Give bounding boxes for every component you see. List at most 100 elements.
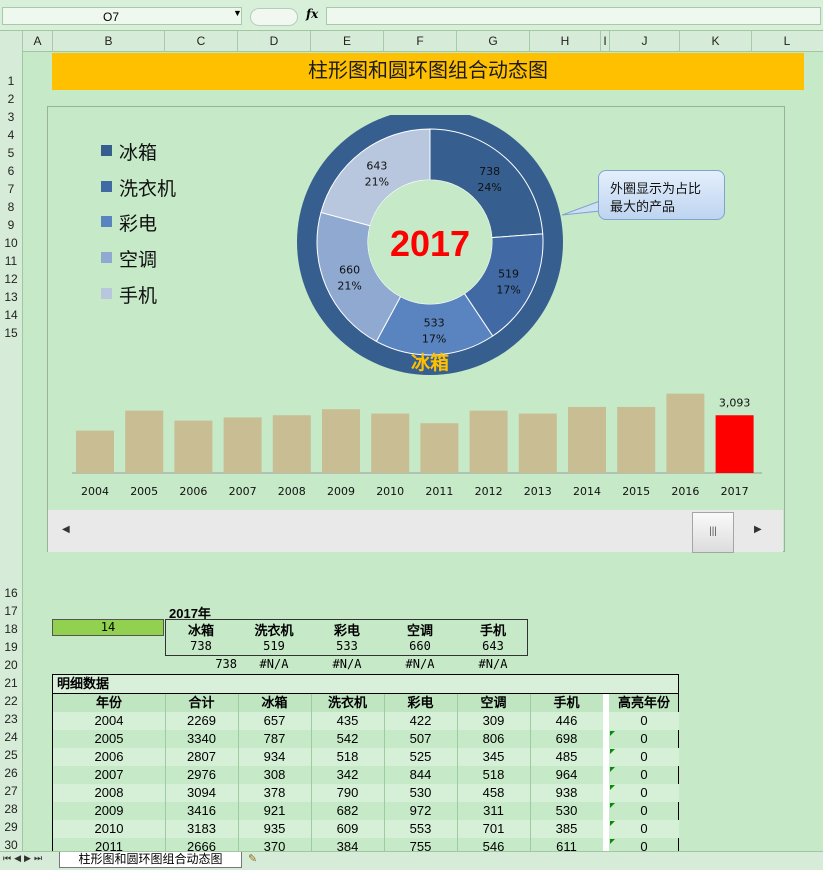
row-header[interactable]: 13 (0, 290, 22, 304)
table-cell[interactable]: 378 (238, 784, 311, 802)
table-cell[interactable]: 3416 (165, 802, 238, 820)
doughnut-chart[interactable]: 738 24% 519 17% 533 17% 660 21% 643 21% 2017 冰箱 (295, 115, 565, 380)
table-cell[interactable]: 2976 (165, 766, 238, 784)
bar[interactable] (223, 417, 262, 473)
row-header[interactable]: 10 (0, 236, 22, 250)
row-header[interactable]: 9 (0, 218, 22, 232)
table-cell[interactable]: 2008 (53, 784, 165, 802)
table-cell[interactable]: 0 (609, 802, 679, 820)
bar[interactable] (420, 423, 459, 473)
formula-input[interactable] (326, 7, 821, 25)
table-cell[interactable]: 2005 (53, 730, 165, 748)
table-cell[interactable]: 308 (238, 766, 311, 784)
row-header[interactable]: 26 (0, 766, 22, 780)
table-cell[interactable]: 972 (384, 802, 457, 820)
bar[interactable] (469, 410, 508, 473)
table-cell[interactable]: 921 (238, 802, 311, 820)
column-header[interactable]: L (752, 31, 822, 51)
bar[interactable] (568, 406, 606, 473)
row-header[interactable]: 23 (0, 712, 22, 726)
bar[interactable] (322, 409, 360, 473)
bar[interactable] (666, 393, 705, 473)
row-header[interactable]: 22 (0, 694, 22, 708)
column-header[interactable]: A (23, 31, 53, 51)
column-header[interactable]: H (530, 31, 601, 51)
table-cell[interactable]: 609 (311, 820, 384, 838)
table-cell[interactable]: 3340 (165, 730, 238, 748)
row-header[interactable]: 6 (0, 164, 22, 178)
bar[interactable] (174, 420, 213, 473)
table-cell[interactable]: 787 (238, 730, 311, 748)
table-cell[interactable]: 311 (457, 802, 530, 820)
column-header[interactable]: C (165, 31, 238, 51)
scroll-right-arrow-icon[interactable]: ▶ (754, 524, 762, 535)
table-cell[interactable]: 2009 (53, 802, 165, 820)
table-cell[interactable]: 542 (311, 730, 384, 748)
bar-chart[interactable]: 2004 2005 2006 2007 2008 2009 2010 2011 2012 2013… (60, 380, 775, 505)
row-header[interactable]: 14 (0, 308, 22, 322)
table-cell[interactable]: 0 (609, 748, 679, 766)
table-cell[interactable]: 385 (530, 820, 603, 838)
column-header[interactable]: B (53, 31, 165, 51)
row-header[interactable]: 29 (0, 820, 22, 834)
table-cell[interactable]: 530 (384, 784, 457, 802)
column-header[interactable]: G (457, 31, 530, 51)
row-header[interactable]: 12 (0, 272, 22, 286)
select-all-corner[interactable] (0, 31, 23, 51)
table-cell[interactable]: 458 (457, 784, 530, 802)
column-header[interactable]: E (311, 31, 384, 51)
table-cell[interactable]: 790 (311, 784, 384, 802)
table-cell[interactable]: 342 (311, 766, 384, 784)
table-cell[interactable]: 0 (609, 820, 679, 838)
table-cell[interactable]: 446 (530, 712, 603, 730)
table-cell[interactable]: 2004 (53, 712, 165, 730)
table-cell[interactable]: 701 (457, 820, 530, 838)
tab-nav-arrows-icon[interactable]: ⏮◀▶⏭ (3, 853, 45, 864)
table-cell[interactable]: 3094 (165, 784, 238, 802)
name-box[interactable]: O7 ▼ (2, 7, 242, 25)
column-header[interactable]: D (238, 31, 311, 51)
chevron-down-icon[interactable]: ▼ (233, 8, 242, 18)
row-header[interactable]: 7 (0, 182, 22, 196)
bar[interactable] (371, 413, 410, 473)
table-cell[interactable]: 435 (311, 712, 384, 730)
row-header[interactable]: 20 (0, 658, 22, 672)
table-cell[interactable]: 2006 (53, 748, 165, 766)
bar[interactable] (518, 413, 557, 473)
table-cell[interactable]: 485 (530, 748, 603, 766)
insert-function-icon[interactable]: fx (306, 7, 318, 21)
column-header[interactable]: J (610, 31, 680, 51)
row-header[interactable]: 4 (0, 128, 22, 142)
column-header[interactable]: F (384, 31, 457, 51)
table-cell[interactable]: 2007 (53, 766, 165, 784)
row-header[interactable]: 21 (0, 676, 22, 690)
table-cell[interactable]: 698 (530, 730, 603, 748)
table-cell[interactable]: 806 (457, 730, 530, 748)
callout-note[interactable]: 外圈显示为占比 最大的产品 (598, 170, 725, 220)
table-cell[interactable]: 525 (384, 748, 457, 766)
table-cell[interactable]: 518 (311, 748, 384, 766)
table-cell[interactable]: 0 (609, 766, 679, 784)
table-cell[interactable]: 309 (457, 712, 530, 730)
column-header[interactable]: K (680, 31, 752, 51)
table-cell[interactable]: 507 (384, 730, 457, 748)
year-scrollbar[interactable] (48, 510, 783, 552)
table-cell[interactable]: 934 (238, 748, 311, 766)
scroll-left-arrow-icon[interactable]: ◀ (62, 524, 70, 535)
bar[interactable] (617, 406, 656, 473)
table-cell[interactable]: 422 (384, 712, 457, 730)
table-cell[interactable]: 938 (530, 784, 603, 802)
row-header[interactable]: 16 (0, 586, 22, 600)
table-cell[interactable]: 530 (530, 802, 603, 820)
sheet-tab[interactable]: 柱形图和圆环图组合动态图 (59, 852, 242, 868)
table-cell[interactable]: 657 (238, 712, 311, 730)
table-cell[interactable]: 844 (384, 766, 457, 784)
row-header[interactable]: 5 (0, 146, 22, 160)
table-cell[interactable]: 2269 (165, 712, 238, 730)
row-header[interactable]: 19 (0, 640, 22, 654)
row-header[interactable]: 18 (0, 622, 22, 636)
column-header[interactable]: I (601, 31, 610, 51)
table-cell[interactable]: 682 (311, 802, 384, 820)
table-cell[interactable]: 935 (238, 820, 311, 838)
function-search-icon[interactable] (250, 8, 298, 26)
